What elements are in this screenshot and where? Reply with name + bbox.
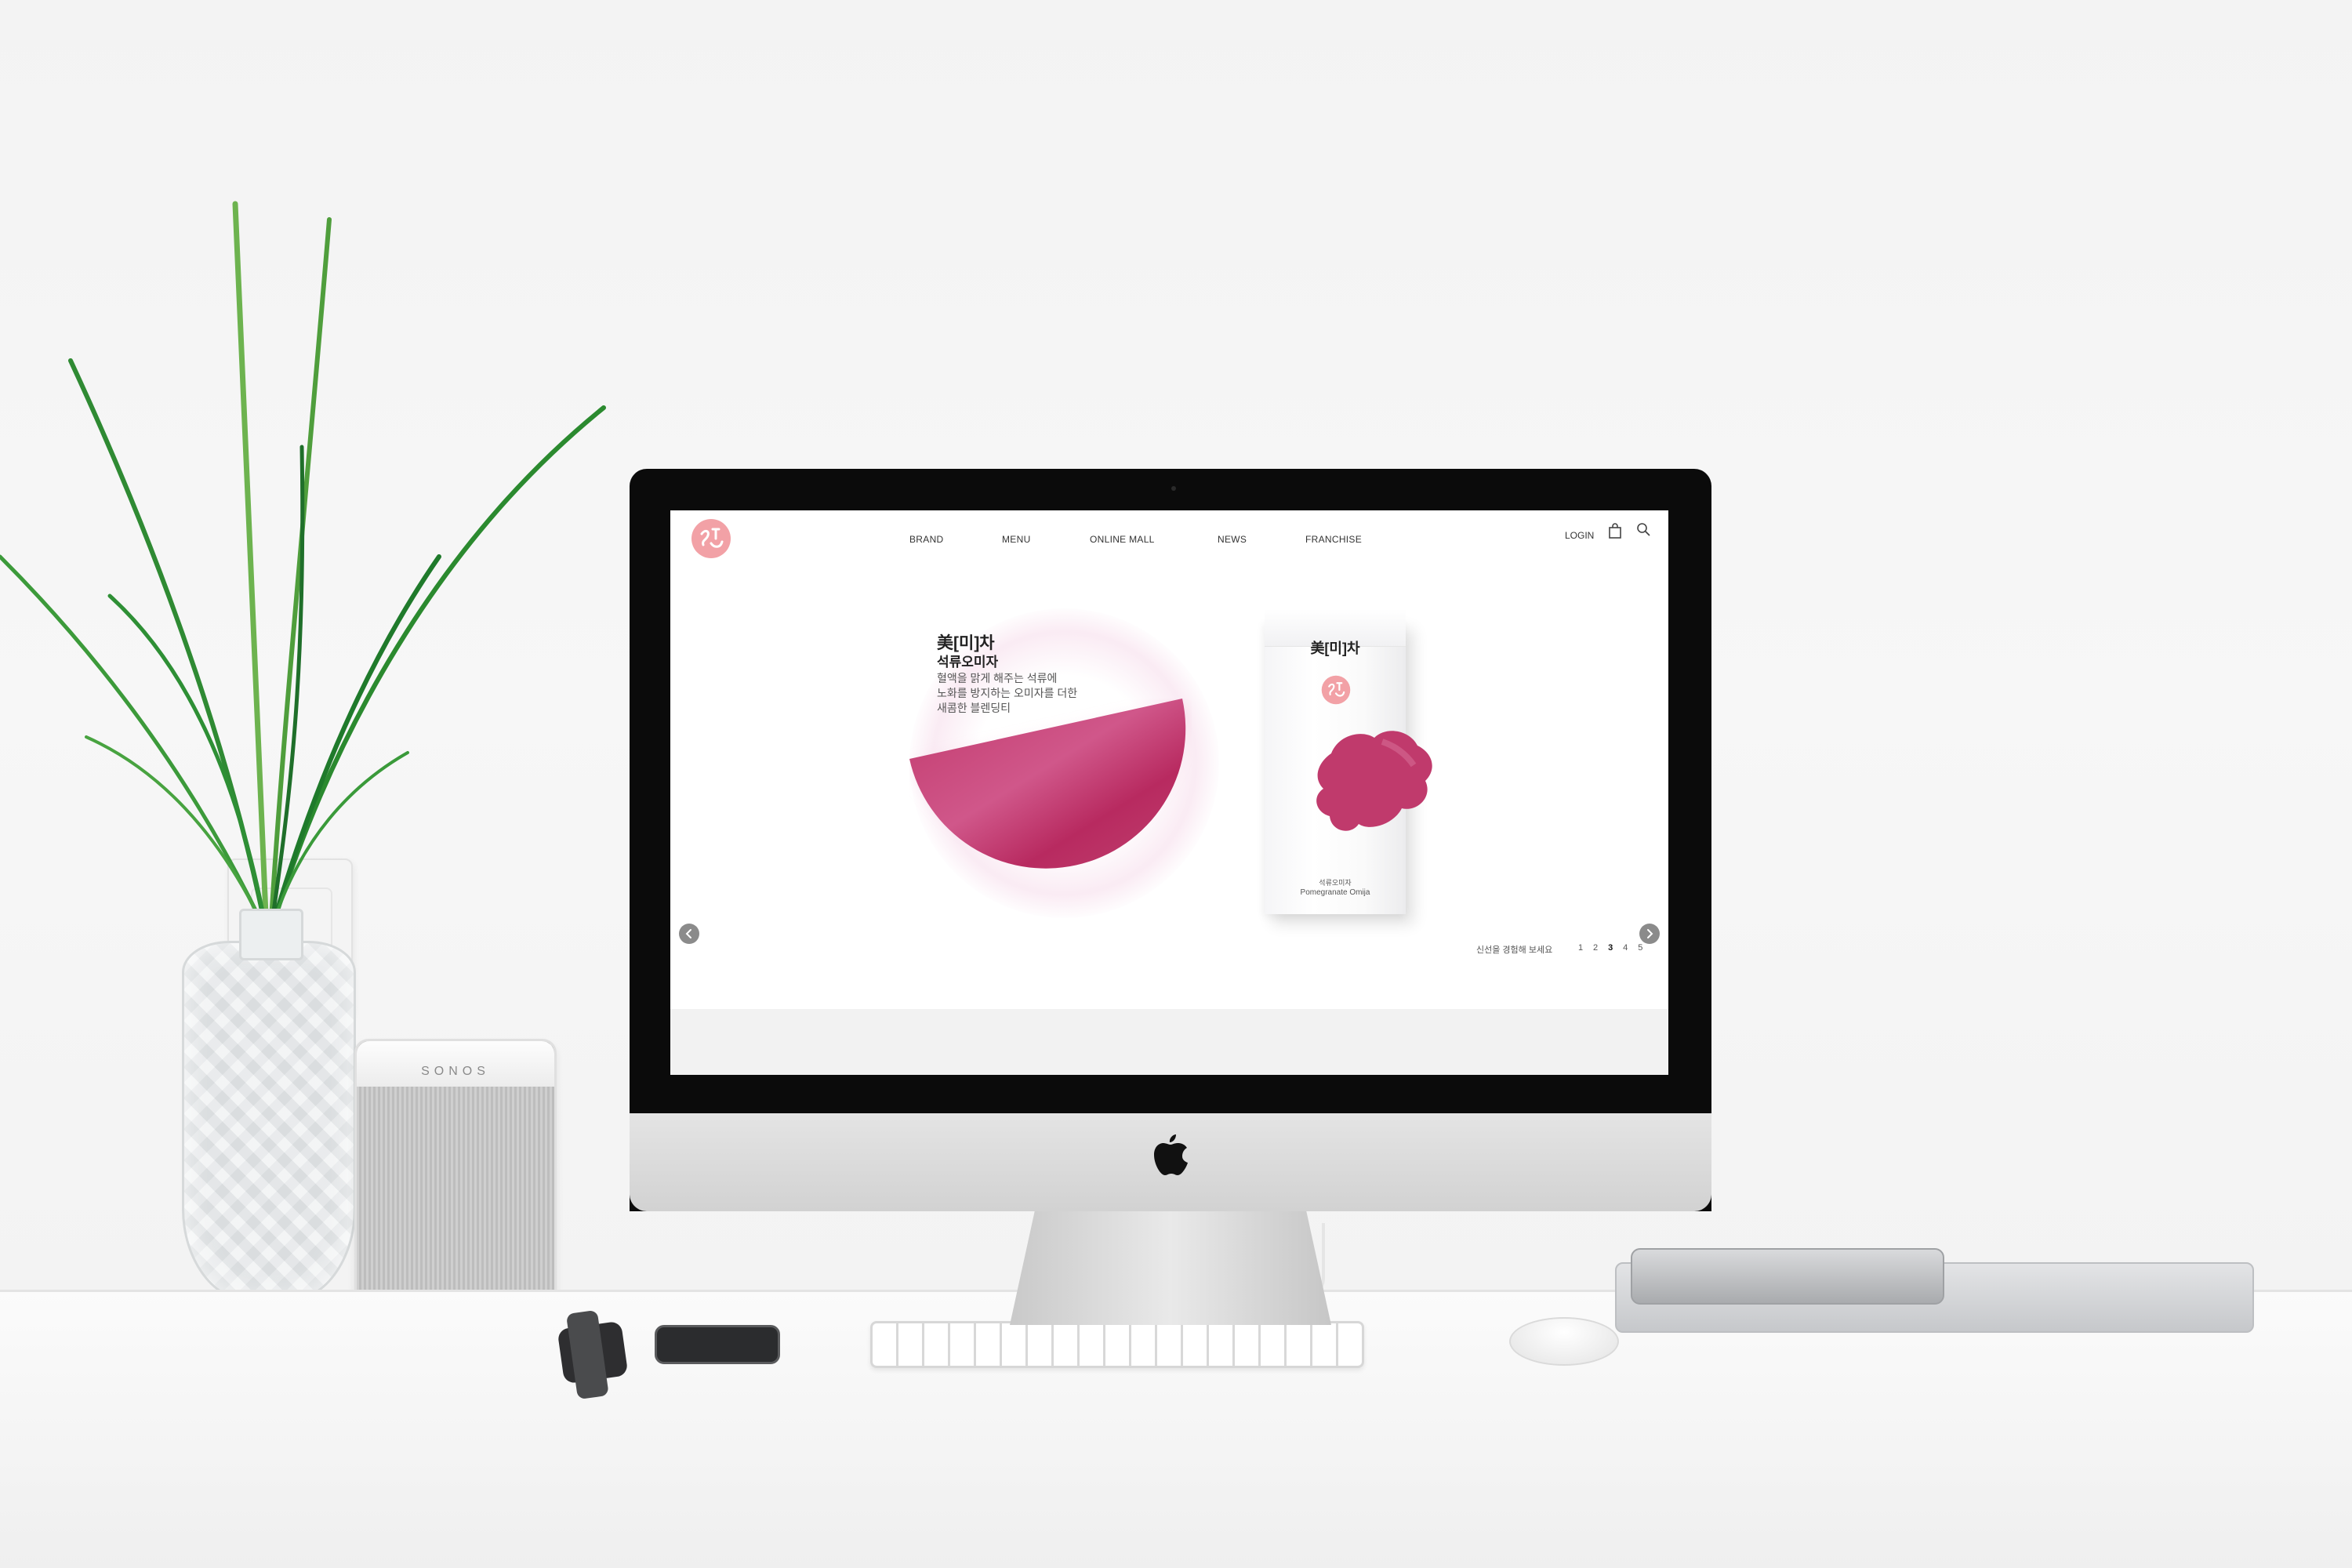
page-4[interactable]: 4: [1619, 943, 1632, 953]
slider-caption: 신선을 경험해 보세요: [1476, 946, 1553, 955]
tablet: [1631, 1248, 1944, 1305]
chevron-right-icon: [1647, 929, 1653, 938]
search-icon[interactable]: [1636, 522, 1650, 536]
smartphone: [655, 1325, 780, 1364]
site-footer-band: [670, 1009, 1668, 1075]
slider-pagination: 1 2 3 4 5: [1574, 943, 1646, 953]
speaker-brand: SONOS: [357, 1041, 554, 1087]
page-5[interactable]: 5: [1634, 943, 1646, 953]
keyboard: [870, 1321, 1364, 1368]
brand-seal-icon: [1321, 675, 1351, 705]
hero-product-name: 석류오미자: [937, 655, 999, 670]
hero-description-line: 노화를 방지하는 오미자를 더한: [937, 687, 1078, 699]
hero-description-line: 혈액을 맑게 해주는 석류에: [937, 672, 1058, 684]
pomegranate-half-circle: [909, 699, 1186, 869]
product-box-image[interactable]: 美[미]차 석류오미자 Pomegranate Omija: [1265, 609, 1432, 914]
page-2[interactable]: 2: [1589, 943, 1602, 953]
box-name-english: Pomegranate Omija: [1300, 888, 1370, 897]
mouse: [1509, 1317, 1619, 1366]
nav-news[interactable]: NEWS: [1218, 534, 1247, 545]
nav-franchise[interactable]: FRANCHISE: [1305, 534, 1362, 545]
nav-online-mall[interactable]: ONLINE MALL: [1090, 534, 1155, 545]
website-screen: BRAND MENU ONLINE MALL NEWS FRANCHISE LO…: [670, 510, 1668, 1075]
speaker: SONOS: [354, 1039, 557, 1321]
nav-brand[interactable]: BRAND: [909, 534, 944, 545]
box-brand-label: 美[미]차: [1310, 641, 1360, 656]
slider-next-button[interactable]: [1639, 924, 1660, 944]
slider-prev-button[interactable]: [679, 924, 699, 944]
page-1[interactable]: 1: [1574, 943, 1587, 953]
box-name-korean: 석류오미자: [1319, 879, 1352, 887]
chevron-left-icon: [685, 929, 691, 938]
glass-vase: [182, 909, 356, 1303]
shopping-bag-icon[interactable]: [1608, 523, 1622, 539]
webcam: [1171, 486, 1176, 491]
nav-menu[interactable]: MENU: [1002, 534, 1031, 545]
smart-watch: [557, 1320, 629, 1385]
pomegranate-splash: [1316, 731, 1432, 831]
brand-seal-icon[interactable]: [691, 518, 731, 559]
hero-description-line: 새콤한 블렌딩티: [937, 702, 1011, 714]
monitor-stand: [1010, 1207, 1331, 1325]
page-3[interactable]: 3: [1604, 943, 1617, 953]
login-link[interactable]: LOGIN: [1565, 530, 1594, 541]
plant-leaves: [0, 201, 606, 936]
hero-brand-title: 美[미]차: [937, 634, 995, 652]
apple-logo-icon: [1154, 1134, 1188, 1175]
hero-text: 美[미]차 석류오미자 혈액을 맑게 해주는 석류에 노화를 방지하는 오미자를…: [937, 633, 1141, 716]
